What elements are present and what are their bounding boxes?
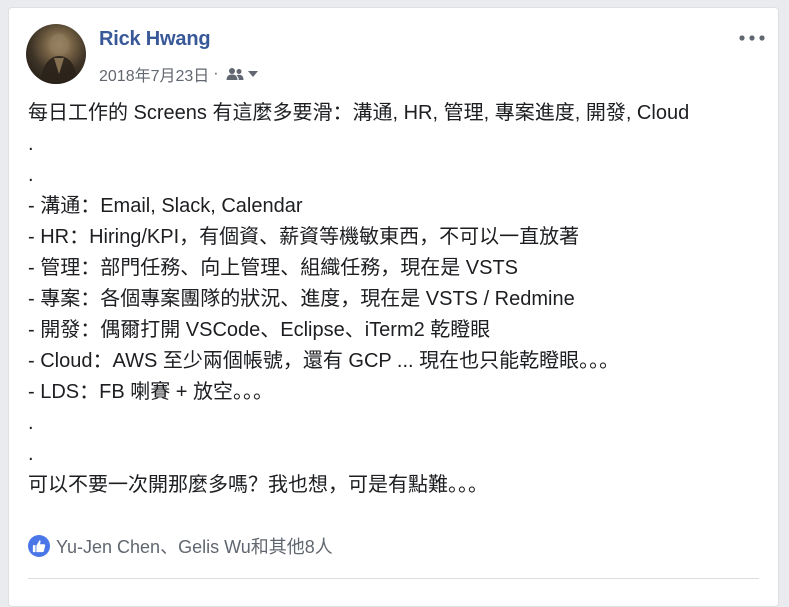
post-timestamp-link[interactable]: 2018年7月23日	[99, 62, 209, 86]
avatar-photo	[40, 34, 78, 84]
post-line: - 開發：偶爾打開 VSCode、Eclipse、iTerm2 乾瞪眼	[28, 319, 491, 341]
more-options-icon	[739, 35, 765, 41]
reactions-text[interactable]: Yu-Jen Chen、Gelis Wu和其他8人	[56, 533, 333, 559]
post-line: .	[28, 443, 34, 465]
chevron-down-icon	[247, 71, 258, 77]
post-line: 每日工作的 Screens 有這麼多要滑：溝通, HR, 管理, 專案進度, 開…	[28, 102, 690, 124]
post-line: - LDS：FB 喇賽 + 放空。。。	[28, 381, 274, 403]
author-avatar[interactable]	[26, 24, 86, 84]
post-line: .	[28, 133, 34, 155]
audience-selector[interactable]	[225, 66, 259, 82]
post-line: - HR：Hiring/KPI，有個資、薪資等機敏東西，不可以一直放著	[28, 226, 580, 248]
post-meta: 2018年7月23日 ·	[99, 62, 259, 86]
post-line: - 專案：各個專案團隊的狀況、進度，現在是 VSTS / Redmine	[28, 288, 575, 310]
post-line: - 溝通：Email, Slack, Calendar	[28, 195, 303, 217]
more-options-button[interactable]	[738, 28, 766, 48]
post-line: .	[28, 412, 34, 434]
like-icon	[28, 535, 50, 557]
post-line: .	[28, 164, 34, 186]
reactions-summary[interactable]: Yu-Jen Chen、Gelis Wu和其他8人	[28, 533, 333, 559]
post-line: - Cloud：AWS 至少兩個帳號，還有 GCP ... 現在也只能乾瞪眼。。…	[28, 350, 620, 372]
meta-separator: ·	[213, 65, 219, 82]
author-name-link[interactable]: Rick Hwang	[99, 28, 211, 51]
post-text: 每日工作的 Screens 有這麼多要滑：溝通, HR, 管理, 專案進度, 開…	[28, 98, 768, 501]
divider	[28, 578, 759, 579]
post-line: - 管理：部門任務、向上管理、組織任務，現在是 VSTS	[28, 257, 519, 279]
friends-icon	[226, 68, 244, 80]
post-line: 可以不要一次開那麼多嗎？我也想，可是有點難。。。	[28, 474, 488, 496]
post-card: Rick Hwang 2018年7月23日 · 每日工作的 Screens 有這…	[8, 7, 779, 607]
